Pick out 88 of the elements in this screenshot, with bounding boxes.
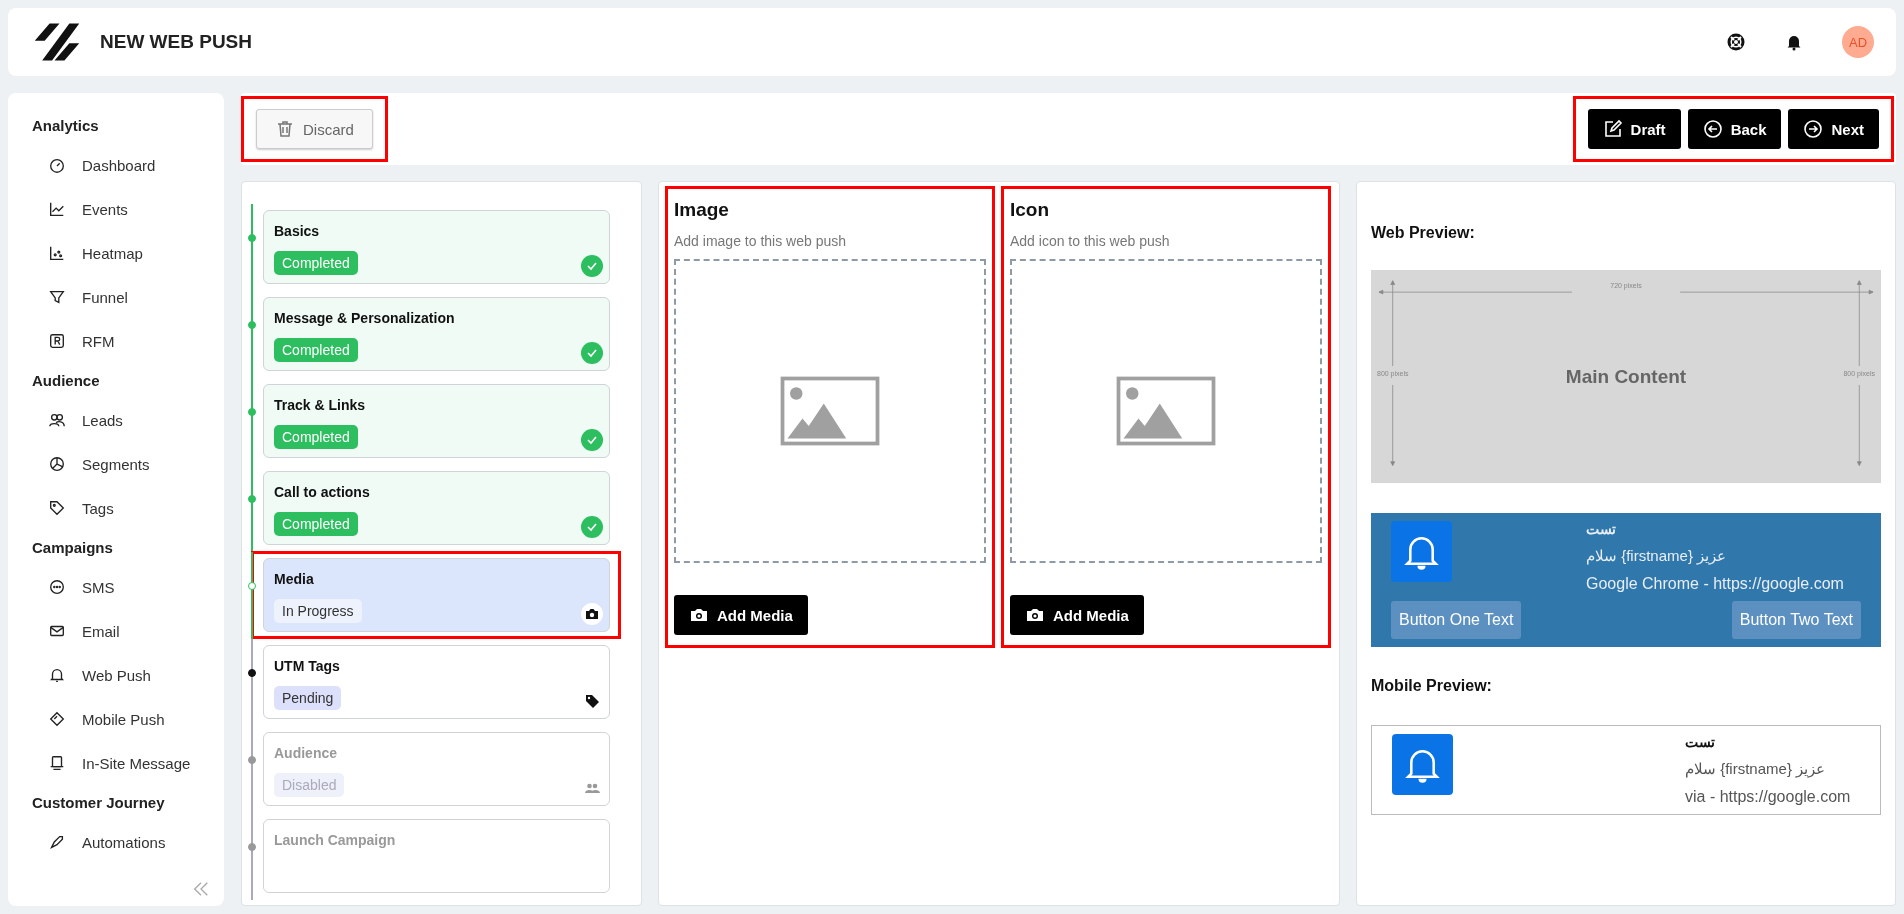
check-icon <box>581 255 603 277</box>
step-title: Audience <box>274 745 337 761</box>
status-badge: Completed <box>274 512 358 536</box>
step-card[interactable]: Basics Completed <box>263 210 610 284</box>
camera-icon <box>581 603 603 625</box>
monitor-icon <box>48 754 66 772</box>
sidebar-item[interactable]: Email <box>48 621 120 641</box>
add-media-button[interactable]: Add Media <box>674 595 808 635</box>
check-icon <box>581 342 603 364</box>
step-card[interactable]: Message & Personalization Completed <box>263 297 610 371</box>
scatter-chart-icon <box>48 244 66 262</box>
step-card[interactable]: Track & Links Completed <box>263 384 610 458</box>
sidebar-section-title: Audience <box>32 372 101 390</box>
sidebar-item[interactable]: In-Site Message <box>48 753 191 773</box>
sidebar-item[interactable]: Mobile Push <box>48 709 165 729</box>
sidebar-item[interactable]: Leads <box>48 410 123 430</box>
pie-chart-icon <box>48 455 66 473</box>
sidebar-item[interactable]: RFM <box>48 331 115 351</box>
sidebar-item[interactable]: Automations <box>48 832 166 852</box>
sidebar-item[interactable]: Web Push <box>48 665 151 685</box>
funnel-icon <box>48 288 66 306</box>
step-card[interactable]: UTM Tags Pending <box>263 645 610 719</box>
preview-label: Mobile Preview: <box>1371 677 1492 695</box>
line-chart-icon <box>48 200 66 218</box>
step-title: Track & Links <box>274 397 366 413</box>
tag-icon <box>48 499 66 517</box>
status-badge: Pending <box>274 686 342 710</box>
drop-zone[interactable] <box>674 259 986 563</box>
notification-body: عزیز {firstname} سلام <box>1685 760 1826 778</box>
notification-body: عزیز {firstname} سلام <box>1586 547 1727 565</box>
sidebar-item[interactable]: Funnel <box>48 287 128 307</box>
trash-icon <box>275 119 295 139</box>
edit-icon <box>1602 119 1623 139</box>
sidebar-item[interactable]: Tags <box>48 498 114 518</box>
step-title: Media <box>274 571 314 587</box>
draft-button[interactable]: Draft <box>1587 109 1681 149</box>
step-title: Call to actions <box>274 484 370 500</box>
chat-icon <box>48 578 66 596</box>
sidebar-item[interactable]: Dashboard <box>48 155 156 175</box>
status-badge: Completed <box>274 425 358 449</box>
pen-icon <box>48 833 66 851</box>
sidebar-item[interactable]: SMS <box>48 577 115 597</box>
gauge-icon <box>48 156 66 174</box>
lifebuoy-icon[interactable] <box>1726 32 1746 52</box>
bell-icon <box>48 666 66 684</box>
sidebar-item[interactable]: Heatmap <box>48 243 143 263</box>
step-title: Basics <box>274 223 320 239</box>
image-placeholder-icon <box>780 376 880 446</box>
section-hint: Add image to this web push <box>674 233 846 249</box>
sidebar-section-title: Analytics <box>32 117 100 135</box>
image-placeholder-icon <box>1116 376 1216 446</box>
status-badge: In Progress <box>274 599 362 623</box>
next-button[interactable]: Next <box>1788 109 1879 149</box>
drop-zone[interactable] <box>1010 259 1322 563</box>
sidebar-section-title: Campaigns <box>32 539 114 557</box>
status-badge: Completed <box>274 338 358 362</box>
section-title: Image <box>674 199 729 221</box>
diagram-caption: Main Content <box>1565 365 1687 388</box>
notification-title: تست <box>1586 521 1616 537</box>
sidebar-item[interactable]: Events <box>48 199 128 219</box>
logo-icon <box>32 21 82 63</box>
preview-label: Web Preview: <box>1371 224 1475 242</box>
sidebar-section-title: Customer Journey <box>32 794 166 812</box>
step-card[interactable]: Media In Progress <box>263 558 610 632</box>
notification-source: Google Chrome - https://google.com <box>1586 575 1844 593</box>
section-hint: Add icon to this web push <box>1010 233 1170 249</box>
bell-icon <box>1391 521 1452 582</box>
check-icon <box>581 516 603 538</box>
back-button[interactable]: Back <box>1687 109 1782 149</box>
add-media-button[interactable]: Add Media <box>1010 595 1144 635</box>
letter-box-icon <box>48 332 66 350</box>
step-title: Launch Campaign <box>274 832 396 848</box>
step-title: Message & Personalization <box>274 310 455 326</box>
notification-title: تست <box>1685 734 1715 750</box>
discard-button[interactable]: Discard <box>256 109 373 149</box>
sidebar-item[interactable]: Segments <box>48 454 150 474</box>
section-title: Icon <box>1010 199 1050 221</box>
step-title: UTM Tags <box>274 658 340 674</box>
check-icon <box>581 429 603 451</box>
bell-icon <box>1392 734 1453 795</box>
people-icon <box>48 411 66 429</box>
page-title: NEW WEB PUSH <box>100 31 252 53</box>
collapse-icon[interactable] <box>192 880 210 898</box>
diamond-icon <box>48 710 66 728</box>
status-badge: Completed <box>274 251 358 275</box>
notification-source: via - https://google.com <box>1685 788 1851 806</box>
status-badge: Disabled <box>274 773 345 797</box>
step-card[interactable]: Call to actions Completed <box>263 471 610 545</box>
